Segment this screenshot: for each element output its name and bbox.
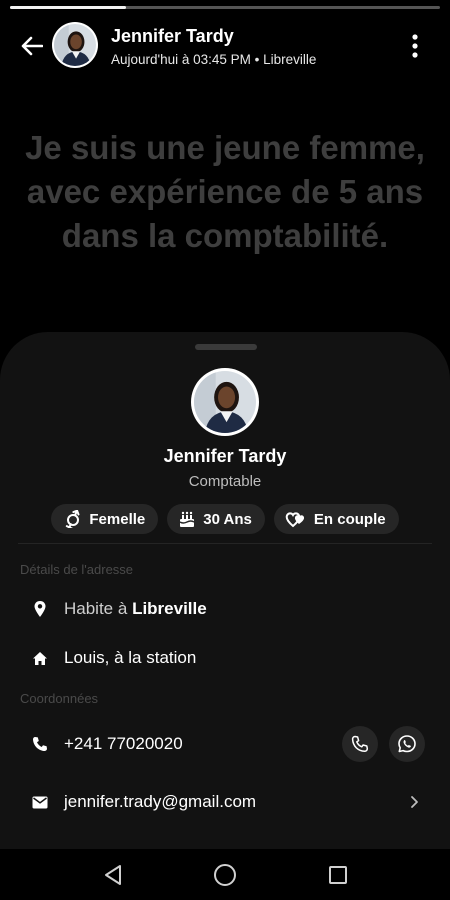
system-navigation-bar bbox=[0, 849, 450, 900]
divider bbox=[18, 543, 432, 544]
profile-chips: Femelle 30 Ans En couple bbox=[0, 504, 450, 534]
contact-section-label: Coordonnées bbox=[20, 691, 99, 706]
location-pin-icon bbox=[34, 601, 46, 617]
whatsapp-button[interactable] bbox=[389, 726, 425, 762]
chip-gender-label: Femelle bbox=[89, 510, 146, 528]
circle-home-icon bbox=[214, 864, 236, 886]
profile-role: Comptable bbox=[188, 473, 262, 490]
chip-relationship: En couple bbox=[273, 504, 399, 534]
story-progress-bar bbox=[10, 6, 440, 9]
hearts-icon bbox=[285, 512, 304, 528]
home-address: Louis, à la station bbox=[64, 648, 197, 667]
header-avatar[interactable] bbox=[52, 22, 98, 68]
phone-number: +241 77020020 bbox=[64, 734, 183, 753]
phone-icon bbox=[33, 737, 47, 751]
profile-photo bbox=[194, 371, 256, 433]
profile-sheet: Jennifer Tardy Comptable Femelle 30 Ans bbox=[0, 332, 450, 849]
city-prefix: Habite à bbox=[64, 599, 128, 618]
triangle-back-icon bbox=[105, 865, 121, 885]
phone-outline-icon bbox=[351, 735, 369, 753]
more-options-button[interactable] bbox=[400, 30, 430, 62]
chip-age-label: 30 Ans bbox=[203, 510, 252, 528]
chip-relationship-label: En couple bbox=[313, 510, 386, 528]
square-recents-icon bbox=[329, 866, 347, 884]
gender-icon bbox=[66, 510, 80, 528]
chip-gender: Femelle bbox=[51, 504, 159, 534]
address-section-label: Détails de l'adresse bbox=[20, 562, 134, 577]
header-name: Jennifer Tardy bbox=[111, 26, 234, 46]
home-icon bbox=[33, 651, 47, 665]
story-progress-fill bbox=[10, 6, 127, 9]
email-icon bbox=[32, 796, 48, 808]
story-header: Jennifer Tardy Aujourd'hui à 03:45 PM • … bbox=[0, 18, 450, 74]
chip-age: 30 Ans bbox=[167, 504, 265, 534]
chevron-right-icon bbox=[411, 796, 418, 808]
call-button[interactable] bbox=[342, 726, 378, 762]
nav-back-button[interactable] bbox=[98, 860, 128, 890]
header-subtitle: Aujourd'hui à 03:45 PM • Libreville bbox=[111, 52, 317, 67]
sheet-drag-handle[interactable] bbox=[195, 344, 257, 350]
phone-row[interactable]: +241 77020020 bbox=[0, 722, 450, 766]
arrow-left-icon bbox=[21, 36, 43, 56]
status-text: Je suis une jeune femme, avec expérience… bbox=[25, 129, 425, 254]
nav-home-button[interactable] bbox=[210, 860, 240, 890]
birthday-cake-icon bbox=[179, 511, 195, 527]
address-city-row: Habite à Libreville bbox=[0, 587, 450, 631]
address-home-row: Louis, à la station bbox=[0, 636, 450, 680]
back-button[interactable] bbox=[14, 30, 50, 62]
whatsapp-icon bbox=[398, 735, 416, 753]
email-row[interactable]: jennifer.trady@gmail.com bbox=[0, 780, 450, 824]
email-address: jennifer.trady@gmail.com bbox=[64, 792, 257, 811]
city-name: Libreville bbox=[132, 599, 207, 618]
profile-name: Jennifer Tardy bbox=[163, 446, 287, 466]
nav-recents-button[interactable] bbox=[323, 860, 353, 890]
profile-avatar[interactable] bbox=[191, 368, 259, 436]
more-vertical-icon bbox=[412, 34, 418, 58]
profile-photo bbox=[54, 24, 96, 66]
